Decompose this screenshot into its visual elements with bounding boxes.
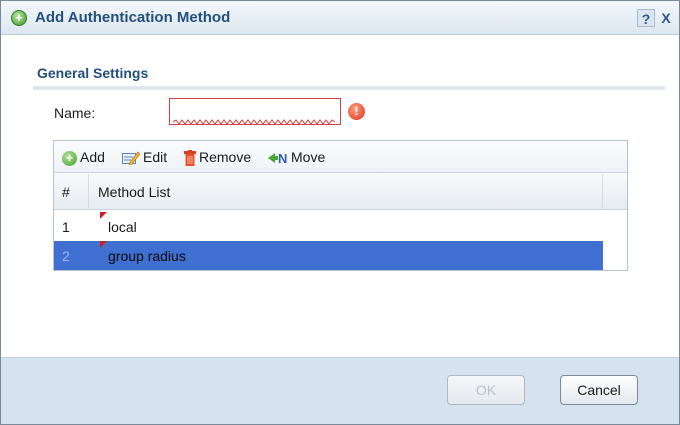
column-header-method-list[interactable]: Method List bbox=[98, 184, 170, 200]
add-button[interactable]: + Add bbox=[62, 147, 105, 167]
dialog-titlebar: + Add Authentication Method ? X bbox=[1, 1, 679, 35]
dialog-footer: OK Cancel bbox=[1, 357, 679, 424]
validation-underline bbox=[173, 119, 335, 125]
edit-label: Edit bbox=[143, 149, 168, 165]
column-separator bbox=[602, 174, 603, 210]
modified-marker bbox=[100, 241, 107, 248]
dialog-title: Add Authentication Method bbox=[35, 9, 231, 26]
remove-button[interactable]: Remove bbox=[184, 147, 251, 167]
move-button[interactable]: N Move bbox=[268, 147, 325, 167]
table-header: # Method List bbox=[54, 174, 627, 210]
remove-icon bbox=[184, 150, 196, 167]
svg-text:N: N bbox=[278, 151, 287, 165]
edit-icon bbox=[122, 151, 140, 166]
cancel-button[interactable]: Cancel bbox=[560, 375, 638, 405]
add-authentication-method-dialog: + Add Authentication Method ? X General … bbox=[0, 0, 680, 425]
error-icon: ! bbox=[348, 103, 365, 120]
move-icon: N bbox=[268, 151, 287, 165]
row-number: 2 bbox=[62, 248, 70, 264]
row-number: 1 bbox=[62, 219, 70, 235]
add-label: Add bbox=[80, 149, 105, 165]
row-method: group radius bbox=[108, 248, 186, 264]
add-icon: + bbox=[11, 10, 27, 26]
close-button[interactable]: X bbox=[657, 9, 675, 27]
edit-button[interactable]: Edit bbox=[122, 147, 167, 167]
ok-button[interactable]: OK bbox=[447, 375, 525, 405]
method-toolbar: + Add Edit Remove N Move bbox=[54, 141, 627, 173]
table-blank-area bbox=[603, 212, 627, 270]
help-button[interactable]: ? bbox=[637, 9, 655, 27]
section-title-general-settings: General Settings bbox=[37, 65, 149, 81]
add-icon: + bbox=[62, 150, 77, 166]
column-separator bbox=[88, 174, 89, 210]
column-header-number[interactable]: # bbox=[62, 184, 70, 200]
move-label: Move bbox=[291, 149, 326, 165]
name-label: Name: bbox=[54, 105, 96, 121]
row-method: local bbox=[108, 219, 137, 235]
table-row-selected[interactable]: 2 group radius bbox=[54, 241, 603, 270]
table-row[interactable]: 1 local bbox=[54, 212, 603, 241]
section-divider bbox=[33, 86, 665, 90]
remove-label: Remove bbox=[199, 149, 252, 165]
method-list-panel: + Add Edit Remove N Move # Method List 1… bbox=[53, 140, 628, 271]
modified-marker bbox=[100, 212, 107, 219]
